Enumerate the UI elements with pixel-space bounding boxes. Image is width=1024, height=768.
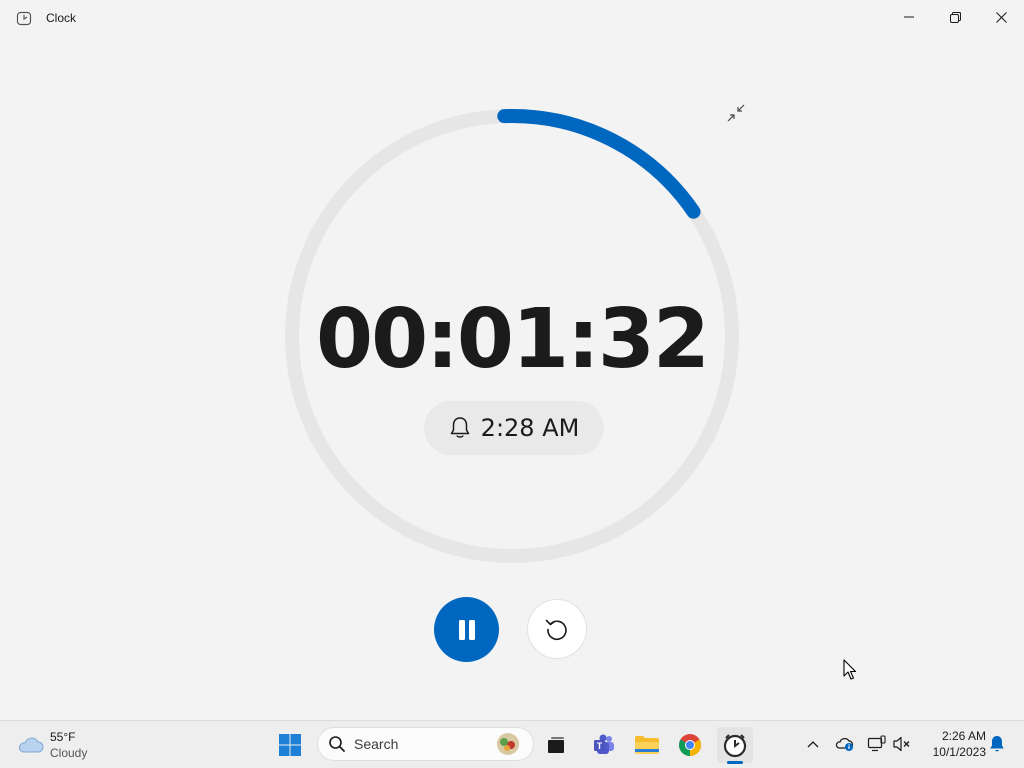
reset-button[interactable] (527, 599, 587, 659)
network-tray-button[interactable] (866, 733, 888, 755)
pause-button[interactable] (434, 597, 499, 662)
cloud-icon (18, 737, 44, 753)
onedrive-info-icon (835, 738, 854, 751)
mouse-cursor-icon (843, 659, 857, 680)
taskbar-clock[interactable]: 2:26 AM 10/1/2023 (920, 728, 986, 760)
chrome-icon (679, 734, 701, 756)
notifications-button[interactable] (986, 733, 1008, 755)
onedrive-tray-button[interactable] (834, 733, 856, 755)
active-app-indicator (727, 761, 743, 764)
taskbar: 55°F Cloudy Search T 2:26 AM 10/1/2023 (0, 720, 1024, 768)
weather-temperature: 55°F (50, 730, 76, 744)
end-time-label: 2:28 AM (480, 414, 580, 442)
clock-window: Clock 00:01:32 2:28 AM (0, 0, 1024, 720)
volume-muted-icon (893, 736, 910, 752)
clock-taskbar-button[interactable] (717, 727, 753, 763)
folder-icon (635, 736, 659, 754)
taskbar-search-box[interactable]: Search (317, 727, 534, 761)
notification-bell-icon (990, 736, 1004, 752)
weather-widget[interactable]: 55°F Cloudy (16, 727, 87, 763)
reset-icon (545, 619, 567, 641)
teams-button[interactable]: T (586, 727, 622, 763)
search-highlight-icon (497, 733, 519, 755)
weather-condition: Cloudy (50, 746, 88, 760)
end-time-badge: 2:28 AM (424, 401, 604, 455)
start-button[interactable] (272, 727, 308, 763)
teams-icon: T (594, 734, 614, 754)
search-icon (329, 736, 345, 752)
task-view-icon (548, 737, 564, 753)
timer-remaining-time: 00:01:32 (316, 292, 710, 387)
network-icon (867, 735, 886, 752)
windows-logo-icon (279, 734, 301, 756)
pause-icon (458, 619, 475, 640)
bell-icon (450, 417, 469, 438)
taskbar-time: 2:26 AM (941, 729, 986, 743)
show-hidden-icons-button[interactable] (802, 733, 824, 755)
chrome-button[interactable] (672, 727, 708, 763)
file-explorer-button[interactable] (629, 727, 665, 763)
search-placeholder: Search (354, 736, 399, 752)
volume-tray-button[interactable] (891, 733, 913, 755)
chevron-up-icon (807, 741, 819, 748)
svg-text:T: T (597, 741, 603, 751)
taskbar-date: 10/1/2023 (932, 745, 986, 759)
clock-icon (723, 734, 747, 758)
task-view-button[interactable] (538, 727, 574, 763)
